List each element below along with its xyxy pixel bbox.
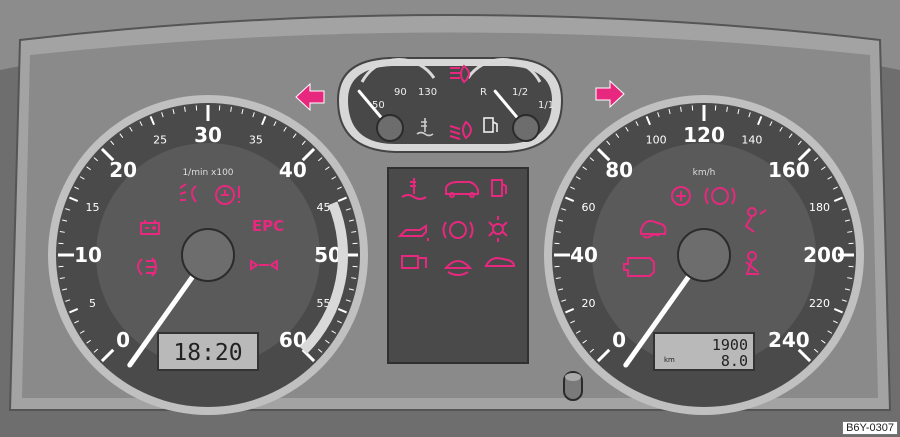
speedo-major-label: 80 — [605, 158, 633, 182]
speedo-minor-label: 220 — [809, 297, 830, 310]
speedo-major-label: 0 — [612, 328, 626, 352]
tacho-unit-label: 1/min x100 — [182, 168, 233, 178]
speedo-major-label: 120 — [683, 123, 725, 147]
speedo-major-label: 40 — [570, 243, 598, 267]
temp-label-mid: 90 — [394, 87, 407, 98]
tacho-minor-label: 15 — [86, 201, 100, 214]
fuel-hub — [512, 114, 540, 142]
trip-reset-knob[interactable] — [563, 371, 583, 401]
tachometer: 010203040506051525 354555 1/min x100 EPC… — [48, 95, 368, 415]
trip-value: 8.0 — [721, 352, 748, 370]
reference-code-label: B6Y-0307 — [842, 421, 898, 435]
tacho-minor-label: 45 — [316, 201, 330, 214]
fuel-label-reserve: R — [480, 87, 487, 98]
tacho-major-label: 10 — [74, 243, 102, 267]
fuel-label-full: 1/1 — [538, 100, 554, 111]
tacho-major-label: 20 — [109, 158, 137, 182]
speedo-minor-label: 20 — [582, 297, 596, 310]
trip-unit: km — [664, 356, 675, 364]
tacho-major-label: 40 — [279, 158, 307, 182]
fuel-label-half: 1/2 — [512, 87, 528, 98]
speedo-major-label: 240 — [768, 328, 810, 352]
temp-label-high: 130 — [418, 87, 437, 98]
speedo-unit-label: km/h — [693, 168, 716, 178]
speedo-minor-label: 100 — [646, 134, 667, 147]
tacho-minor-label: 5 — [89, 297, 96, 310]
speedo-major-label: 160 — [768, 158, 810, 182]
clock-value: 18:20 — [173, 340, 242, 366]
tacho-minor-label: 35 — [249, 134, 263, 147]
tacho-major-label: 50 — [314, 243, 342, 267]
speedo-major-label: 200 — [803, 243, 845, 267]
tacho-minor-label: 25 — [153, 134, 167, 147]
dashboard-svg: 010203040506051525 354555 1/min x100 EPC… — [0, 0, 900, 437]
tacho-major-label: 30 — [194, 123, 222, 147]
speedometer: 0 40 80 120 160 200 240 20 60 100 140 180 220 km/h — [544, 95, 864, 415]
speedo-hub — [677, 228, 731, 282]
temp-hub — [376, 114, 404, 142]
speedo-minor-label: 60 — [582, 201, 596, 214]
tacho-major-label: 0 — [116, 328, 130, 352]
instrument-cluster: 0 10 20 30 40 50 60 5 15 25 35 45 55 1/min x100 — [0, 0, 900, 437]
tacho-hub — [181, 228, 235, 282]
epc-icon: EPC — [252, 217, 284, 235]
speedo-minor-label: 180 — [809, 201, 830, 214]
speedo-minor-label: 140 — [741, 134, 762, 147]
